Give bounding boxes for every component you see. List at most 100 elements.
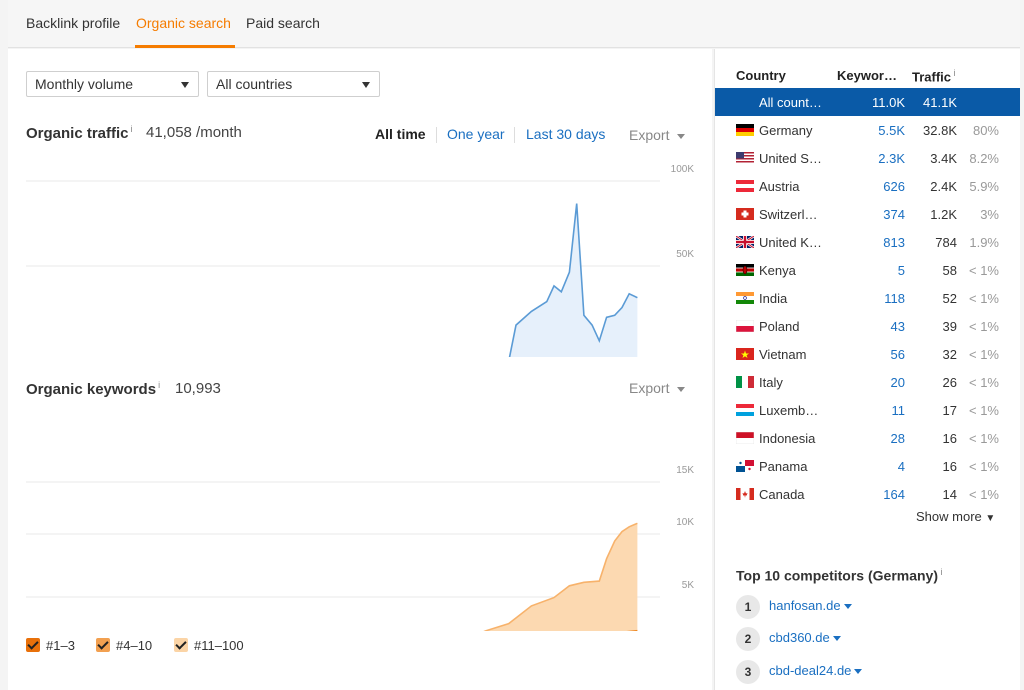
flag-ch-icon bbox=[736, 208, 754, 220]
country-share: < 1% bbox=[969, 375, 999, 390]
country-keywords[interactable]: 2.3K bbox=[878, 151, 905, 166]
info-icon[interactable]: i bbox=[158, 380, 160, 390]
range-one-year[interactable]: One year bbox=[447, 126, 505, 142]
organic-keywords-chart: 15K10K5K0Jan 2016Jan 2017Jan 2018Jan 201… bbox=[26, 465, 694, 631]
divider bbox=[514, 127, 515, 143]
info-icon[interactable]: i bbox=[938, 567, 943, 577]
tab-paid-search[interactable]: Paid search bbox=[246, 15, 320, 31]
info-icon[interactable]: i bbox=[951, 68, 956, 78]
country-row[interactable]: Luxemb… 11 17 < 1% bbox=[715, 396, 1020, 424]
tab-backlink-profile[interactable]: Backlink profile bbox=[26, 15, 120, 31]
traffic-export-label: Export bbox=[629, 127, 670, 143]
country-row[interactable]: Italy 20 26 < 1% bbox=[715, 368, 1020, 396]
country-share: 8.2% bbox=[969, 151, 999, 166]
country-row[interactable]: All count… 11.0K 41.1K bbox=[715, 88, 1020, 116]
country-name: Indonesia bbox=[759, 431, 816, 446]
country-share: < 1% bbox=[969, 263, 999, 278]
info-icon[interactable]: i bbox=[131, 124, 133, 134]
traffic-export-button[interactable]: Export bbox=[629, 127, 686, 143]
competitors-title-text: Top 10 competitors (Germany) bbox=[736, 567, 939, 584]
chevron-down-icon bbox=[677, 133, 686, 139]
country-row[interactable]: Indonesia 28 16 < 1% bbox=[715, 424, 1020, 452]
volume-select[interactable]: Monthly volume bbox=[26, 71, 199, 97]
country-name: Switzerl… bbox=[759, 207, 818, 222]
competitor-link[interactable]: hanfosan.de bbox=[769, 598, 852, 613]
country-share: 1.9% bbox=[969, 235, 999, 250]
country-name: Kenya bbox=[759, 263, 796, 278]
country-traffic: 52 bbox=[942, 291, 957, 306]
country-keywords[interactable]: 813 bbox=[883, 235, 905, 250]
country-keywords[interactable]: 43 bbox=[891, 319, 905, 334]
country-row[interactable]: Vietnam 56 32 < 1% bbox=[715, 340, 1020, 368]
checkbox-checked-icon[interactable] bbox=[174, 638, 188, 652]
country-row[interactable]: United S… 2.3K 3.4K 8.2% bbox=[715, 144, 1020, 172]
chevron-down-icon bbox=[677, 386, 686, 392]
country-row[interactable]: Austria 626 2.4K 5.9% bbox=[715, 172, 1020, 200]
country-keywords[interactable]: 56 bbox=[891, 347, 905, 362]
range-all-time[interactable]: All time bbox=[375, 126, 426, 142]
checkbox-checked-icon[interactable] bbox=[26, 638, 40, 652]
country-keywords[interactable]: 374 bbox=[883, 207, 905, 222]
column-header-country[interactable]: Country bbox=[736, 68, 786, 83]
country-row[interactable]: United K… 813 784 1.9% bbox=[715, 228, 1020, 256]
flag-it-icon bbox=[736, 376, 754, 388]
country-keywords[interactable]: 11 bbox=[892, 403, 906, 418]
country-row[interactable]: Poland 43 39 < 1% bbox=[715, 312, 1020, 340]
dropdown-arrow-icon[interactable] bbox=[854, 669, 863, 675]
flag-vn-icon bbox=[736, 348, 754, 360]
country-name: Germany bbox=[759, 123, 813, 138]
column-header-traffic[interactable]: Traffic i bbox=[912, 68, 956, 84]
dropdown-arrow-icon[interactable] bbox=[832, 636, 841, 642]
range-last-30-days[interactable]: Last 30 days bbox=[526, 126, 605, 142]
country-row[interactable]: India 118 52 < 1% bbox=[715, 284, 1020, 312]
dropdown-arrow-icon[interactable] bbox=[843, 604, 852, 610]
country-keywords[interactable]: 5.5K bbox=[878, 123, 905, 138]
country-keywords[interactable]: 626 bbox=[883, 179, 905, 194]
country-name: Vietnam bbox=[759, 347, 807, 362]
country-keywords[interactable]: 4 bbox=[898, 459, 905, 474]
country-keywords[interactable]: 20 bbox=[891, 375, 905, 390]
keywords-export-button[interactable]: Export bbox=[629, 380, 686, 396]
legend-item-4-10[interactable]: #4–10 bbox=[96, 638, 152, 653]
country-traffic: 1.2K bbox=[930, 207, 957, 222]
country-share: 80% bbox=[972, 123, 999, 138]
country-name: India bbox=[759, 291, 788, 306]
country-traffic: 3.4K bbox=[930, 151, 957, 166]
country-keywords[interactable]: 118 bbox=[884, 291, 905, 306]
legend-item-11-100[interactable]: #11–100 bbox=[174, 638, 244, 653]
country-share: < 1% bbox=[969, 347, 999, 362]
country-row[interactable]: Canada 164 14 < 1% bbox=[715, 480, 1020, 508]
competitor-link[interactable]: cbd-deal24.de bbox=[769, 663, 863, 678]
country-keywords[interactable]: 5 bbox=[898, 263, 905, 278]
divider bbox=[436, 127, 437, 143]
country-row[interactable]: Germany 5.5K 32.8K 80% bbox=[715, 116, 1020, 144]
country-traffic: 58 bbox=[942, 263, 957, 278]
flag-pa-icon bbox=[736, 460, 754, 472]
column-header-traffic-text: Traffic bbox=[912, 69, 952, 85]
country-row[interactable]: Switzerl… 374 1.2K 3% bbox=[715, 200, 1020, 228]
checkbox-checked-icon[interactable] bbox=[96, 638, 110, 652]
chevron-down-icon bbox=[181, 82, 189, 88]
country-traffic: 14 bbox=[942, 487, 957, 502]
column-header-keywords[interactable]: Keywor… bbox=[837, 68, 897, 83]
country-row[interactable]: Kenya 5 58 < 1% bbox=[715, 256, 1020, 284]
country-keywords[interactable]: 11.0K bbox=[872, 95, 905, 110]
country-traffic: 17 bbox=[942, 403, 957, 418]
organic-traffic-title-text: Organic traffic bbox=[26, 125, 129, 142]
country-name: Luxemb… bbox=[759, 403, 819, 418]
country-share: 3% bbox=[980, 207, 999, 222]
tab-organic-search[interactable]: Organic search bbox=[136, 15, 231, 31]
country-row[interactable]: Panama 4 16 < 1% bbox=[715, 452, 1020, 480]
country-keywords[interactable]: 164 bbox=[883, 487, 905, 502]
country-keywords[interactable]: 28 bbox=[891, 431, 905, 446]
competitor-domain: cbd360.de bbox=[769, 630, 830, 645]
legend-item-top3[interactable]: #1–3 bbox=[26, 638, 75, 653]
show-more-button[interactable]: Show more ▼ bbox=[916, 509, 995, 524]
competitor-rank: 3 bbox=[736, 660, 760, 684]
volume-select-value: Monthly volume bbox=[35, 76, 134, 92]
countries-panel: Country Keywor… Traffic i All count… 11.0… bbox=[714, 49, 1020, 690]
show-more-label: Show more bbox=[916, 509, 982, 524]
country-select[interactable]: All countries bbox=[207, 71, 380, 97]
country-traffic: 32.8K bbox=[923, 123, 957, 138]
competitor-link[interactable]: cbd360.de bbox=[769, 630, 841, 645]
